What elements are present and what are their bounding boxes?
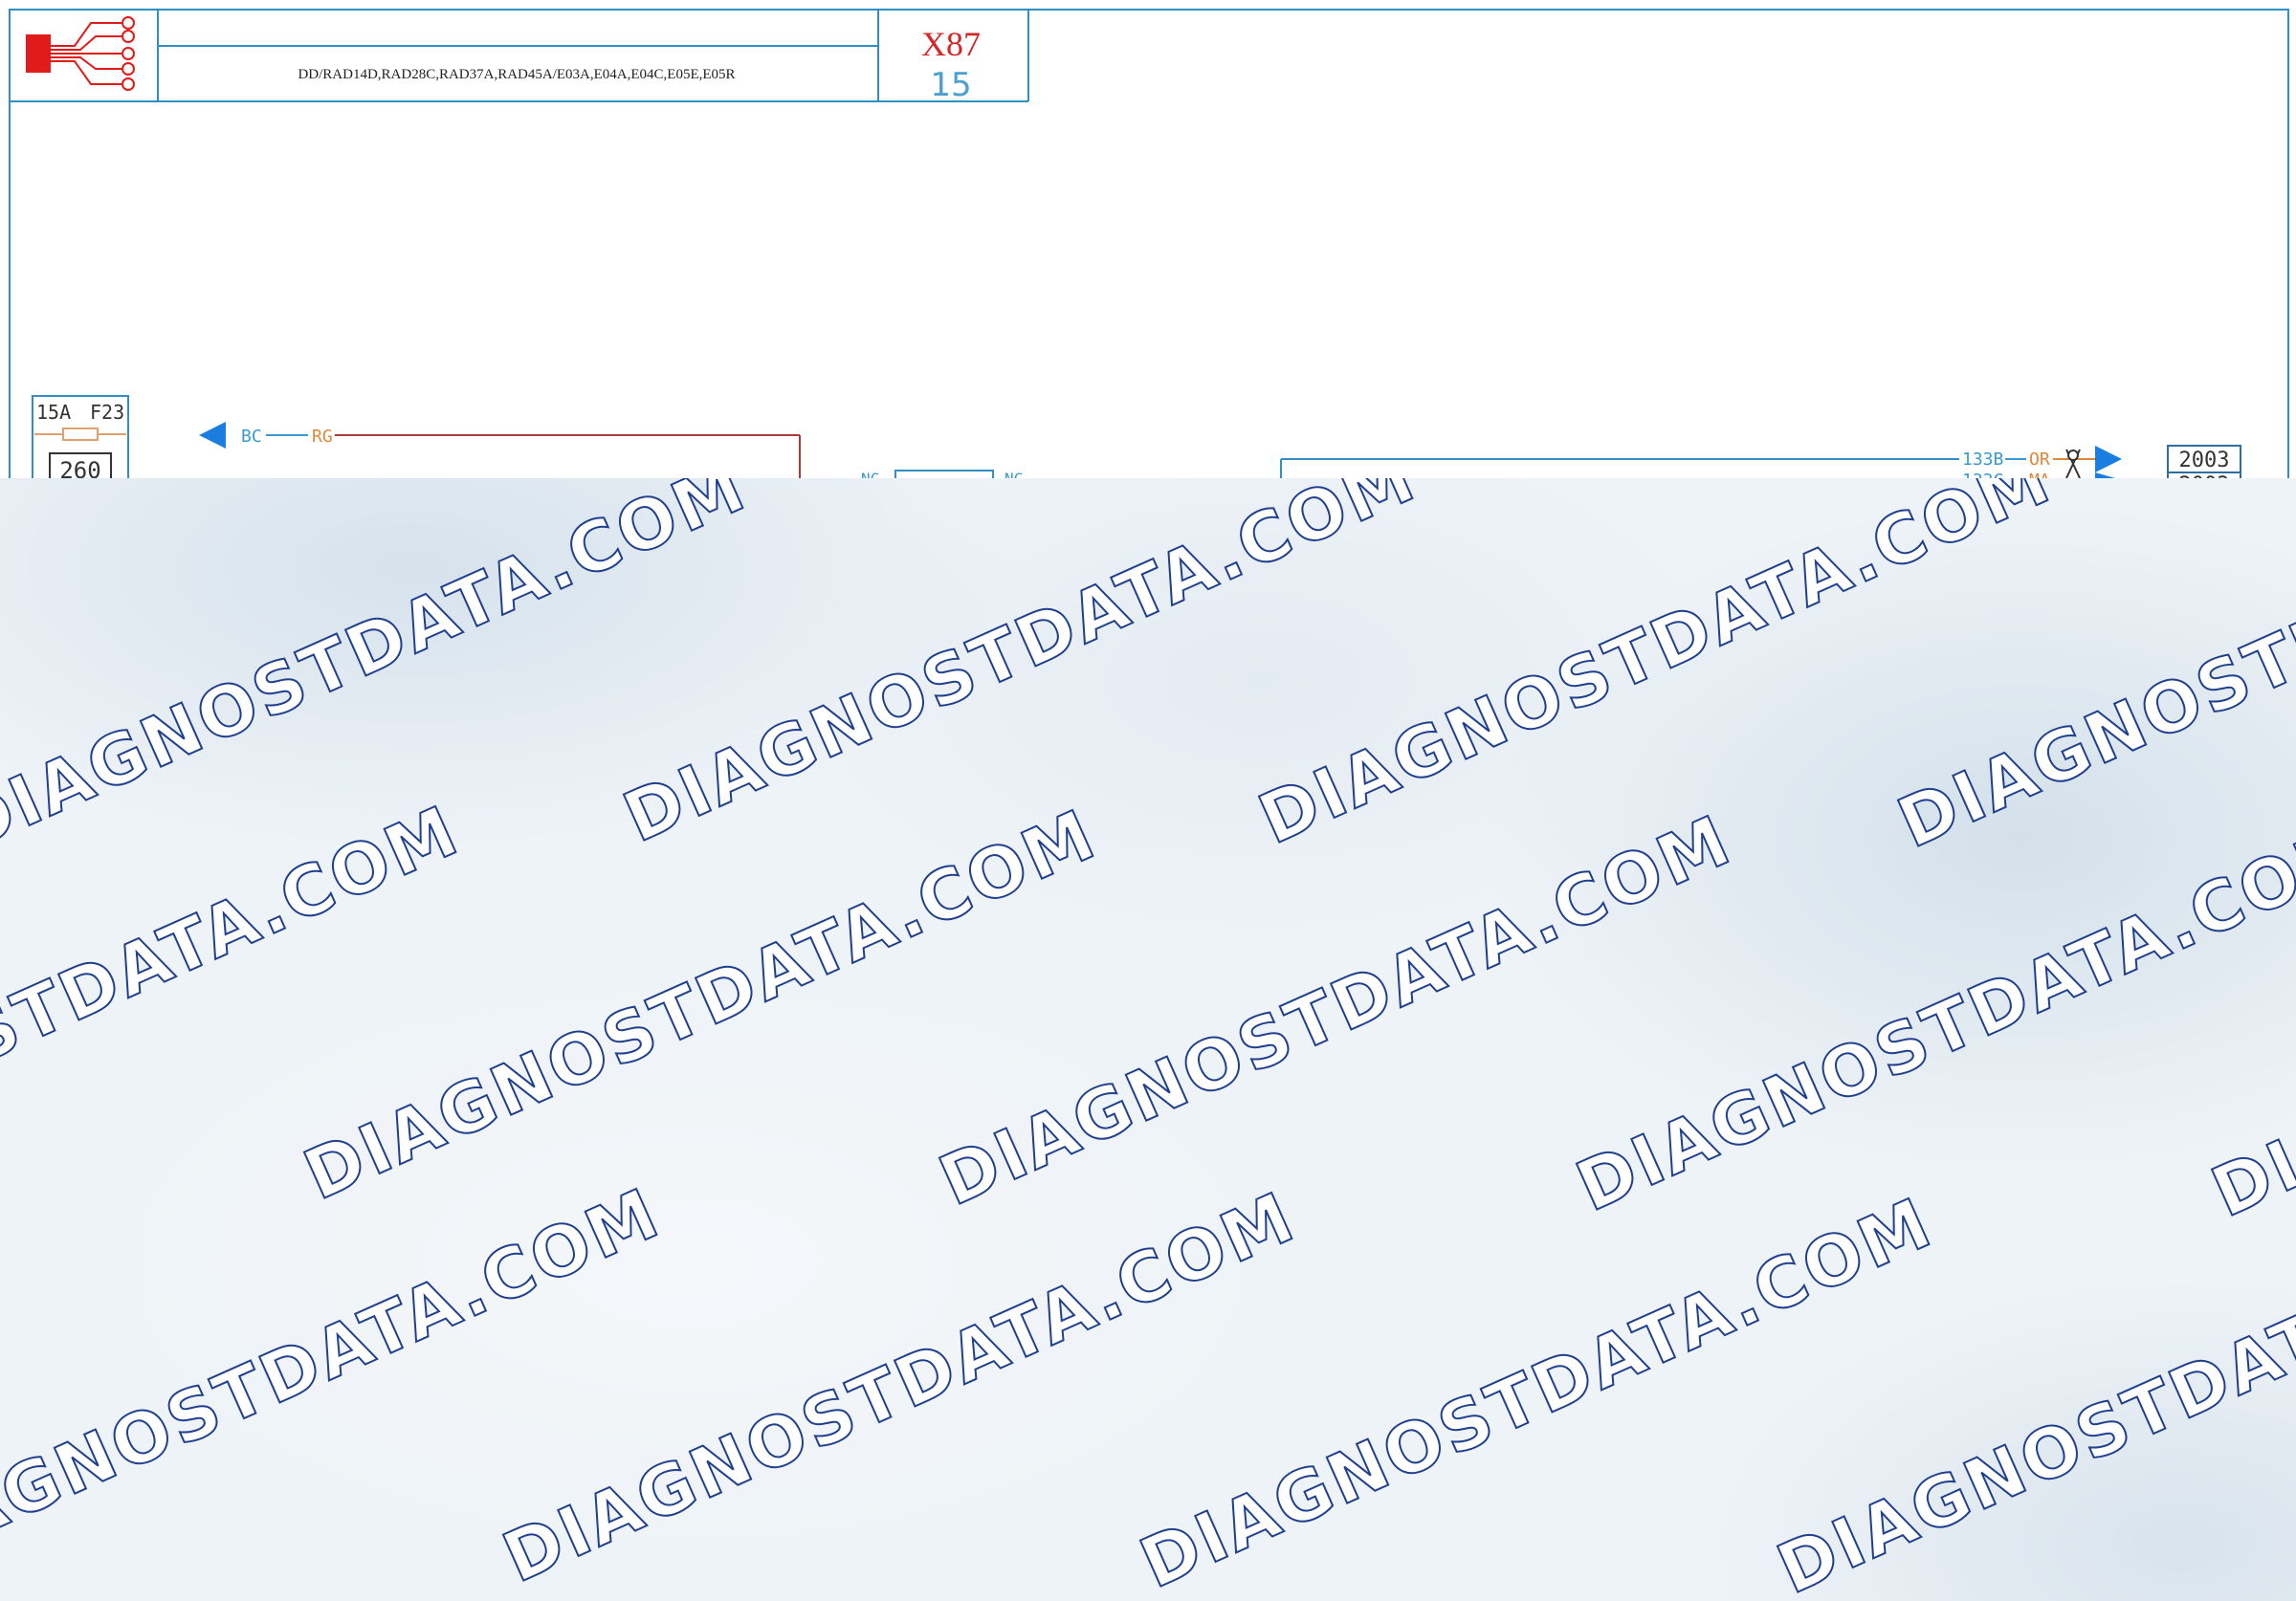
title-block: DD/RAD14D,RAD28C,RAD37A,RAD45A/E03A,E04A… <box>10 10 1029 104</box>
connector-logo-pin-3 <box>121 47 135 60</box>
watermark-overlay: DIAGNOSTDATA.COM DIAGNOSTDATA.COM DIAGNO… <box>0 478 2296 1601</box>
connector-logo-icon <box>26 16 135 91</box>
page-number: 15 <box>930 66 971 104</box>
connector-logo-pin-1 <box>121 16 135 30</box>
wire-133b-id: 133B <box>1962 450 2003 470</box>
wire-bc-label: BC <box>241 427 262 447</box>
arrow-right-icon <box>2095 446 2122 472</box>
connector-logo-pin-2 <box>121 30 135 43</box>
fuse-id: F23 <box>90 401 124 424</box>
right-connector-top: 2003 <box>2179 449 2230 472</box>
variant-codes: DD/RAD14D,RAD28C,RAD37A,RAD45A/E03A,E04A… <box>298 67 735 82</box>
wire-or-label: OR <box>2029 450 2050 470</box>
fuse-element-icon <box>62 428 99 441</box>
wire-bc-rg: BC RG <box>199 422 801 478</box>
connector-logo-pin-5 <box>121 77 135 91</box>
wire-splice-dot <box>2067 450 2079 461</box>
connector-logo-body <box>26 34 51 73</box>
arrow-left-icon <box>199 422 226 449</box>
fuse-f23: 15A F23 260 <box>32 395 129 493</box>
sheet-code: X87 <box>921 25 981 63</box>
connector-logo-pin-4 <box>121 62 135 76</box>
wire-rg-label: RG <box>312 427 333 447</box>
diagram-page: DD/RAD14D,RAD28C,RAD37A,RAD45A/E03A,E04A… <box>0 0 2296 1601</box>
connector-logo-traces <box>51 22 122 85</box>
fuse-rating: 15A <box>36 401 71 424</box>
